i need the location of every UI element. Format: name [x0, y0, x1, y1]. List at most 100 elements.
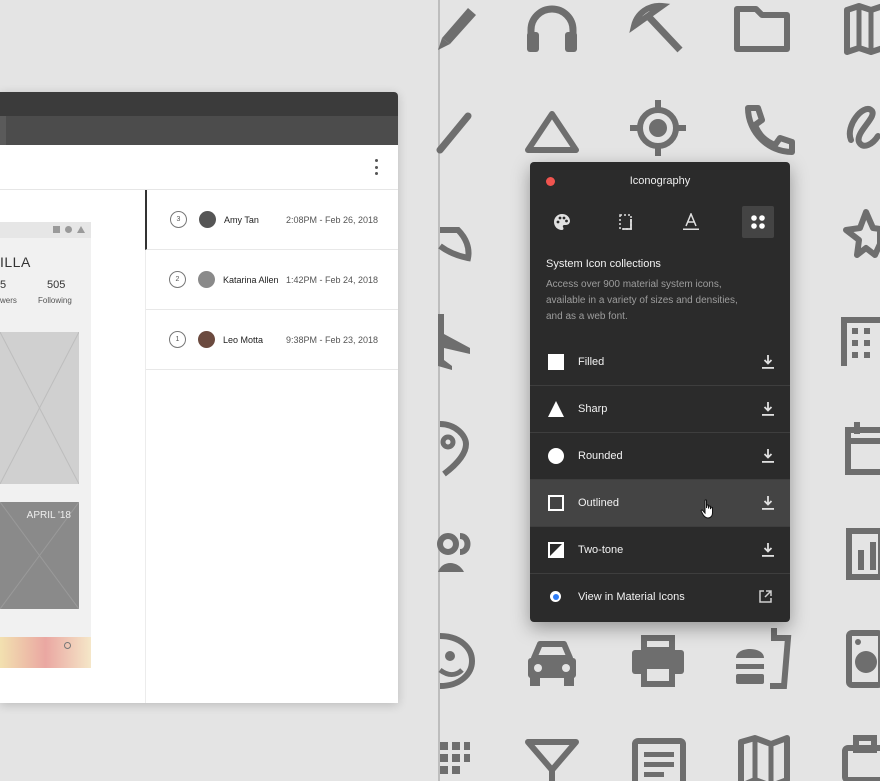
panel-tabs — [530, 204, 790, 240]
version-history-list: 3 Amy Tan 2:08PM - Feb 26, 2018 2 Katari… — [145, 190, 398, 703]
app-tabbar — [0, 116, 398, 145]
history-date: 9:38PM - Feb 23, 2018 — [285, 335, 378, 345]
square-icon — [53, 226, 60, 233]
icon-style-list: Filled Sharp Rounded Outlined Two-tone V… — [530, 339, 790, 620]
two-tone-square-icon — [548, 542, 564, 558]
washer-icon — [846, 630, 880, 688]
article-icon — [632, 738, 686, 781]
style-label: Sharp — [578, 403, 608, 415]
history-date: 2:08PM - Feb 26, 2018 — [285, 215, 378, 225]
download-icon — [762, 449, 774, 463]
style-row-two-tone[interactable]: Two-tone — [530, 527, 790, 574]
app-titlebar — [0, 92, 398, 116]
card-topbar — [0, 222, 91, 238]
text-format-icon — [683, 213, 699, 230]
print-icon — [630, 634, 686, 688]
palette-icon — [554, 214, 570, 230]
photo-thumbnail[interactable] — [0, 637, 91, 668]
radio-selected-icon — [550, 591, 561, 602]
apps-icon — [438, 740, 470, 781]
history-date: 1:42PM - Feb 24, 2018 — [285, 275, 378, 285]
iconography-panel: Iconography System Icon collections Acce… — [530, 162, 790, 622]
crop-frame-icon — [619, 214, 632, 230]
style-row-sharp[interactable]: Sharp — [530, 386, 790, 433]
followers-label: wers — [0, 296, 17, 305]
triangle-icon — [524, 110, 580, 154]
avatar — [199, 211, 216, 228]
style-label: Rounded — [578, 450, 623, 462]
hand-cursor-icon — [700, 499, 713, 519]
history-user: Katarina Allen — [223, 275, 279, 285]
style-row-outlined[interactable]: Outlined — [530, 480, 790, 527]
more-vert-icon[interactable] — [372, 159, 380, 175]
beach-umbrella-icon — [629, 2, 684, 53]
style-label: Two-tone — [578, 544, 624, 556]
star-icon — [842, 208, 880, 258]
people-icon — [437, 532, 476, 576]
outlined-square-icon — [548, 495, 564, 511]
headphones-icon — [526, 4, 578, 52]
event-icon — [844, 420, 880, 476]
banner-date: APRIL '18 — [26, 510, 71, 521]
history-user: Leo Motta — [223, 335, 264, 345]
collections-heading: System Icon collections — [546, 258, 661, 270]
panel-title: Iconography — [629, 175, 691, 187]
style-row-filled[interactable]: Filled — [530, 339, 790, 386]
history-version-icon: 2 — [169, 271, 186, 288]
partial-icon — [438, 226, 472, 262]
profile-card: ILLA 5 wers 505 Following APRIL '18 — [0, 222, 91, 668]
download-icon — [762, 355, 774, 369]
location-pin-icon — [438, 420, 470, 477]
history-row[interactable]: 1 Leo Motta 9:38PM - Feb 23, 2018 — [146, 310, 398, 370]
cocktail-icon — [525, 739, 579, 781]
history-row[interactable]: 2 Katarina Allen 1:42PM - Feb 24, 2018 — [146, 250, 398, 310]
history-version-icon: 3 — [170, 211, 187, 228]
circle-icon — [548, 448, 564, 464]
view-link-label: View in Material Icons — [578, 591, 685, 603]
folder-icon — [734, 6, 790, 52]
download-icon — [762, 496, 774, 510]
apps-grid-icon — [751, 215, 765, 229]
tab-palette[interactable] — [546, 206, 578, 238]
line-icon — [436, 110, 472, 154]
triangle-icon — [77, 226, 85, 233]
style-label: Filled — [578, 356, 605, 368]
business-icon — [841, 317, 880, 368]
open-in-new-icon — [759, 590, 772, 603]
history-version-icon: 1 — [169, 331, 186, 348]
style-label: Outlined — [578, 497, 619, 509]
following-label: Following — [38, 296, 72, 305]
gps-fixed-icon — [628, 98, 688, 158]
download-icon — [762, 543, 774, 557]
tab-stub[interactable] — [0, 116, 6, 145]
tab-frame[interactable] — [611, 206, 643, 238]
map-icon — [738, 735, 790, 781]
view-material-icons-link[interactable]: View in Material Icons — [530, 574, 790, 620]
followers-count: 5 — [0, 279, 7, 291]
profile-name: ILLA — [0, 254, 31, 270]
following-count: 505 — [47, 279, 66, 291]
map-icon — [844, 3, 880, 55]
gesture-icon — [845, 100, 880, 152]
airplane-icon — [438, 312, 474, 370]
face-icon — [438, 632, 476, 690]
work-icon — [842, 734, 880, 781]
style-row-rounded[interactable]: Rounded — [530, 433, 790, 480]
pencil-icon — [438, 0, 478, 50]
avatar — [198, 271, 215, 288]
phone-icon — [742, 104, 795, 155]
filled-square-icon — [548, 354, 564, 370]
search-icon[interactable] — [64, 642, 71, 649]
banner-image[interactable]: APRIL '18 — [0, 502, 79, 609]
tab-icons[interactable] — [742, 206, 774, 238]
fastfood-icon — [734, 626, 792, 689]
tab-text[interactable] — [675, 206, 707, 238]
app-window: ILLA 5 wers 505 Following APRIL '18 3 Am… — [0, 92, 398, 703]
image-placeholder[interactable] — [0, 332, 79, 484]
bar-chart-icon — [846, 528, 880, 580]
avatar — [198, 331, 215, 348]
car-icon — [524, 638, 580, 688]
circle-icon — [65, 226, 72, 233]
download-icon — [762, 402, 774, 416]
history-row[interactable]: 3 Amy Tan 2:08PM - Feb 26, 2018 — [145, 190, 398, 250]
